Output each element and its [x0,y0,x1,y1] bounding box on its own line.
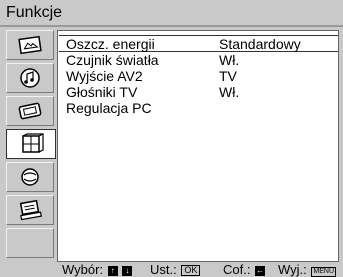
back-arrow-key-icon: ← [255,266,266,276]
up-arrow-key-icon: ↑ [107,266,118,276]
select-hint: Wybór: ↑ ↓ [62,262,133,277]
settings-row-label: Regulacja PC [66,100,152,116]
picture-icon [18,35,42,55]
exit-hint-label: Wyj.: [278,262,307,277]
screen-icon [18,102,42,120]
back-hint: Cof.: ← [223,262,266,277]
set-hint: Ust.: OK [150,262,201,277]
tab-functions[interactable] [6,129,56,159]
settings-row-value: Wł. [219,52,240,68]
pc-icon [19,199,42,221]
key-guide-footer: Wybór: ↑ ↓ Ust.: OK Cof.: ← Wyj.: MENU [0,262,343,277]
tab-setup[interactable] [6,162,54,192]
sound-icon [20,68,40,88]
tv-menu-screen: Funkcje Oszcz. energii Standardowy Czujn… [0,0,343,277]
title-divider [0,25,343,27]
settings-row-label: Oszcz. energii [66,36,155,52]
settings-row-label: Czujnik światła [66,52,159,68]
settings-panel: Oszcz. energii Standardowy Czujnik świat… [57,30,339,262]
menu-sidebar [6,30,56,262]
tab-picture[interactable] [6,30,54,60]
tab-pc[interactable] [6,195,54,225]
tab-empty [6,228,54,258]
functions-icon [22,133,44,153]
settings-row-label: Głośniki TV [66,84,138,100]
set-hint-label: Ust.: [150,262,177,277]
settings-row-value: Standardowy [219,36,301,52]
menu-title: Funkcje [6,4,63,21]
setup-icon [21,168,39,186]
tab-screen[interactable] [6,96,54,126]
exit-hint: Wyj.: MENU [278,262,337,277]
tab-sound[interactable] [6,63,54,93]
down-arrow-key-icon: ↓ [122,266,133,276]
menu-key-icon: MENU [311,267,337,277]
ok-key-icon: OK [181,265,201,276]
back-hint-label: Cof.: [223,262,251,277]
select-hint-label: Wybór: [62,262,104,277]
settings-row-value: Wł. [219,84,240,100]
settings-row-value: TV [219,68,237,84]
settings-row-label: Wyjście AV2 [66,68,143,84]
